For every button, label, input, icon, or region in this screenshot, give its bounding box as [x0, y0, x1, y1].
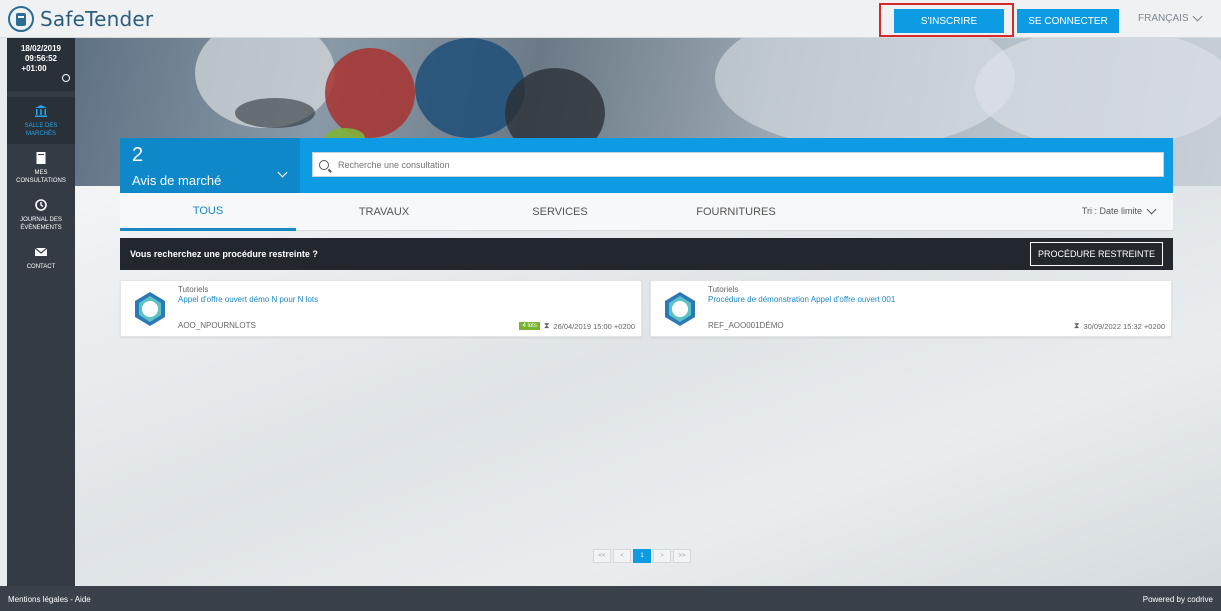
- safetender-logo-icon: [8, 6, 34, 32]
- sidebar-item-label: CONTACT: [26, 264, 56, 270]
- tender-card[interactable]: Tutoriels Procédure de démonstration App…: [650, 280, 1172, 337]
- tender-deadline: 30/09/2022 15:32 +0200: [1083, 321, 1165, 331]
- lots-badge: 4 lots: [519, 322, 540, 330]
- tender-title[interactable]: Appel d'offre ouvert démo N pour N lots: [178, 295, 318, 304]
- previous-page-button[interactable]: <: [613, 549, 631, 563]
- language-selector[interactable]: FRANÇAIS: [1138, 11, 1203, 24]
- last-page-button[interactable]: >>: [673, 549, 691, 563]
- clock-date: 18/02/2019: [20, 44, 62, 53]
- tender-category: Tutoriels: [708, 285, 739, 294]
- category-tabs: TOUS TRAVAUX SERVICES FOURNITURES Tri : …: [120, 193, 1173, 231]
- powered-by: Powered by codrive: [1142, 595, 1213, 604]
- sidebar-item-salle-des-marches[interactable]: SALLE DES MARCHÉS: [7, 97, 75, 144]
- tender-reference: AOO_NPOURNLOTS: [178, 321, 256, 330]
- server-clock: 18/02/2019 09:56:52 +01:00: [7, 38, 75, 91]
- history-icon: [35, 199, 47, 211]
- tab-services[interactable]: SERVICES: [472, 193, 648, 231]
- tender-category: Tutoriels: [178, 285, 209, 294]
- market-listing-card: 2 Avis de marché TOUS TRAVAUX SERVICES F…: [120, 138, 1173, 593]
- sidebar: 18/02/2019 09:56:52 +01:00 SALLE DES MAR…: [7, 38, 75, 586]
- tender-reference: REF_AOO001DÉMO: [708, 321, 784, 330]
- tender-logo-icon: [665, 292, 695, 326]
- sort-selector[interactable]: Tri : Date limite: [1081, 204, 1157, 216]
- sidebar-item-label: JOURNAL DES ÉVÈNEMENTS: [20, 217, 62, 231]
- app-logo[interactable]: SafeTender: [8, 6, 153, 32]
- search-icon: [319, 159, 329, 170]
- top-bar: SafeTender S'INSCRIRE SE CONNECTER FRANÇ…: [0, 0, 1221, 38]
- chevron-down-icon: [1146, 204, 1157, 214]
- listing-header: 2 Avis de marché: [120, 138, 1173, 193]
- tender-title[interactable]: Procédure de démonstration Appel d'offre…: [708, 295, 895, 304]
- chevron-down-icon: [1192, 11, 1203, 22]
- search-bar[interactable]: [312, 152, 1164, 177]
- tab-travaux[interactable]: TRAVAUX: [296, 193, 472, 231]
- app-name: SafeTender: [40, 7, 154, 31]
- current-page-button[interactable]: 1: [633, 549, 651, 563]
- sidebar-item-mes-consultations[interactable]: MES CONSULTATIONS: [7, 144, 75, 191]
- notice-count: 2: [132, 144, 144, 166]
- tender-deadline-info: ⧗ 30/09/2022 15:32 +0200: [1074, 321, 1165, 331]
- search-input[interactable]: [338, 159, 1138, 170]
- tab-fournitures[interactable]: FOURNITURES: [648, 193, 824, 231]
- language-label: FRANÇAIS: [1138, 13, 1189, 24]
- tender-deadline-info: 4 lots ⧗ 26/04/2019 15:00 +0200: [519, 321, 635, 331]
- hourglass-icon: ⧗: [1073, 321, 1080, 330]
- tab-tous[interactable]: TOUS: [120, 193, 296, 231]
- pagination: << < 1 > >>: [593, 549, 691, 563]
- login-button[interactable]: SE CONNECTER: [1017, 9, 1119, 33]
- clock-timezone: +01:00: [21, 64, 47, 73]
- legal-help-link[interactable]: Mentions légales - Aide: [8, 595, 91, 604]
- restricted-prompt: Vous recherchez une procédure restreinte…: [130, 249, 318, 259]
- hourglass-icon: ⧗: [543, 321, 550, 330]
- footer: Mentions légales - Aide Powered by codri…: [0, 586, 1221, 611]
- tender-card[interactable]: Tutoriels Appel d'offre ouvert démo N po…: [120, 280, 642, 337]
- sidebar-item-label: MES CONSULTATIONS: [16, 170, 66, 184]
- tender-logo-icon: [135, 292, 165, 326]
- sidebar-item-contact[interactable]: CONTACT: [7, 238, 75, 277]
- next-page-button[interactable]: >: [653, 549, 671, 563]
- clock-time: 09:56:52: [24, 54, 58, 63]
- bank-icon: [35, 105, 47, 117]
- tender-deadline: 26/04/2019 15:00 +0200: [553, 321, 635, 331]
- restricted-procedure-button[interactable]: PROCÉDURE RESTREINTE: [1030, 242, 1163, 266]
- document-icon: [36, 152, 46, 164]
- envelope-icon: [34, 247, 48, 256]
- first-page-button[interactable]: <<: [593, 549, 611, 563]
- sidebar-item-label: SALLE DES MARCHÉS: [24, 123, 58, 137]
- notice-type-label: Avis de marché: [132, 173, 222, 188]
- clock-icon: [62, 74, 70, 82]
- register-button[interactable]: S'INSCRIRE: [894, 9, 1004, 33]
- sort-label: Tri : Date limite: [1081, 206, 1142, 216]
- restricted-procedure-banner: Vous recherchez une procédure restreinte…: [120, 238, 1173, 270]
- sidebar-item-journal-des-evenements[interactable]: JOURNAL DES ÉVÈNEMENTS: [7, 191, 75, 238]
- chevron-down-icon: [277, 167, 288, 178]
- notice-type-selector[interactable]: 2 Avis de marché: [120, 138, 300, 193]
